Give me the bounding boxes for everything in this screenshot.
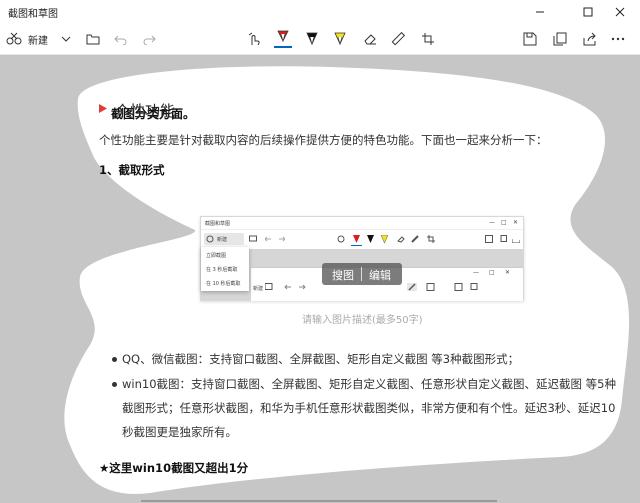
bullet-1-text: QQ、微信截图：支持窗口截图、全屏截图、矩形自定义截图 等3种截图形式； — [122, 352, 520, 366]
overlay-edit-button: 编辑 — [369, 269, 391, 282]
crop-button[interactable] — [418, 24, 438, 54]
embedded-menu-item-2: 在 3 秒后截取 — [206, 267, 238, 273]
highlighter-icon — [334, 32, 346, 46]
embedded-app-title: 截图和草图 — [205, 221, 231, 227]
copy-button[interactable] — [550, 24, 570, 54]
share-button[interactable] — [580, 24, 600, 54]
eraser-button[interactable] — [360, 24, 380, 54]
embedded-snip-menu: 立即截图 在 3 秒后截取 在 10 秒后截取 — [201, 247, 249, 291]
intro-text: 个性功能主要是针对截取内容的后续操作提供方便的特色功能。下面也一起来分析一下： — [99, 133, 548, 147]
touch-writing-button[interactable] — [244, 24, 264, 54]
bullet-2-line-1: win10截图：支持窗口截图、全屏截图、矩形自定义截图、任意形状自定义截图、延迟… — [122, 377, 616, 391]
embedded-menu-item-3: 在 10 秒后截取 — [206, 281, 241, 287]
footer-heading: ★这里win10截图又超出1分 — [99, 461, 249, 475]
save-icon — [523, 32, 537, 46]
overlay-search-image-button: 搜图 — [332, 269, 354, 282]
redo-button[interactable] — [140, 24, 158, 54]
selected-tool-indicator — [274, 46, 292, 48]
horizontal-scrollbar[interactable] — [141, 500, 497, 502]
section-title: 个性功能 — [115, 102, 176, 120]
bullet-dot — [112, 357, 117, 362]
snip-canvas: 截图分类方面。 个性功能 个性功能主要是针对截取内容的后续操作提供方便的特色功能… — [0, 55, 640, 503]
save-button[interactable] — [520, 24, 540, 54]
share-icon — [583, 32, 596, 46]
ballpoint-pen-icon — [277, 30, 289, 43]
ballpoint-pen-button[interactable] — [272, 24, 294, 54]
pencil-icon — [306, 32, 318, 46]
toolbar: 新建 — [0, 24, 640, 55]
undo-button[interactable] — [112, 24, 130, 54]
redo-icon — [143, 35, 156, 45]
embedded-image-overlay: 搜图 编辑 — [322, 263, 402, 285]
close-icon — [615, 7, 625, 17]
new-snip-button[interactable]: 新建 — [6, 24, 56, 54]
snip-icon — [6, 32, 22, 45]
more-icon — [611, 37, 625, 41]
touch-writing-icon — [248, 32, 260, 46]
ruler-button[interactable] — [388, 24, 408, 54]
close-button[interactable] — [600, 0, 640, 24]
sub-heading: 1、截取形式 — [99, 163, 165, 177]
minimize-button[interactable] — [520, 0, 560, 24]
highlighter-button[interactable] — [330, 24, 350, 54]
window-title: 截图和草图 — [8, 9, 58, 20]
embedded-menu-item-1: 立即截图 — [206, 253, 227, 259]
bullet-dot — [112, 382, 117, 387]
open-file-button[interactable] — [84, 24, 102, 54]
pencil-button[interactable] — [302, 24, 322, 54]
chevron-down-icon — [61, 36, 71, 42]
image-caption: 请输入图片描述(最多50字) — [302, 315, 423, 326]
folder-icon — [86, 34, 100, 45]
title-bar: 截图和草图 — [0, 0, 640, 25]
crop-icon — [422, 33, 434, 45]
new-snip-label: 新建 — [28, 35, 48, 47]
bullet-2-line-2: 截图形式；任意形状截图，和华为手机任意形状截图类似，非常方便和有个性。延迟3秒、… — [122, 401, 616, 415]
minimize-icon — [536, 11, 544, 13]
embedded-new-label-2: 新建 — [253, 286, 264, 292]
eraser-icon — [364, 34, 376, 45]
copy-icon — [553, 32, 567, 46]
maximize-icon — [583, 7, 593, 17]
section-arrow-icon — [99, 104, 107, 113]
embedded-new-label: 新建 — [217, 237, 228, 243]
more-options-button[interactable] — [608, 24, 628, 54]
undo-icon — [114, 35, 127, 45]
bullet-2-line-3: 秒截图更是独家所有。 — [122, 425, 237, 439]
snip-mode-dropdown[interactable] — [58, 24, 74, 54]
embedded-screenshot: 截图和草图 — □ ✕ 新建 新建 — □ ✕ 立即截图 在 3 秒后截取 在 … — [200, 216, 524, 301]
ruler-icon — [391, 32, 405, 46]
